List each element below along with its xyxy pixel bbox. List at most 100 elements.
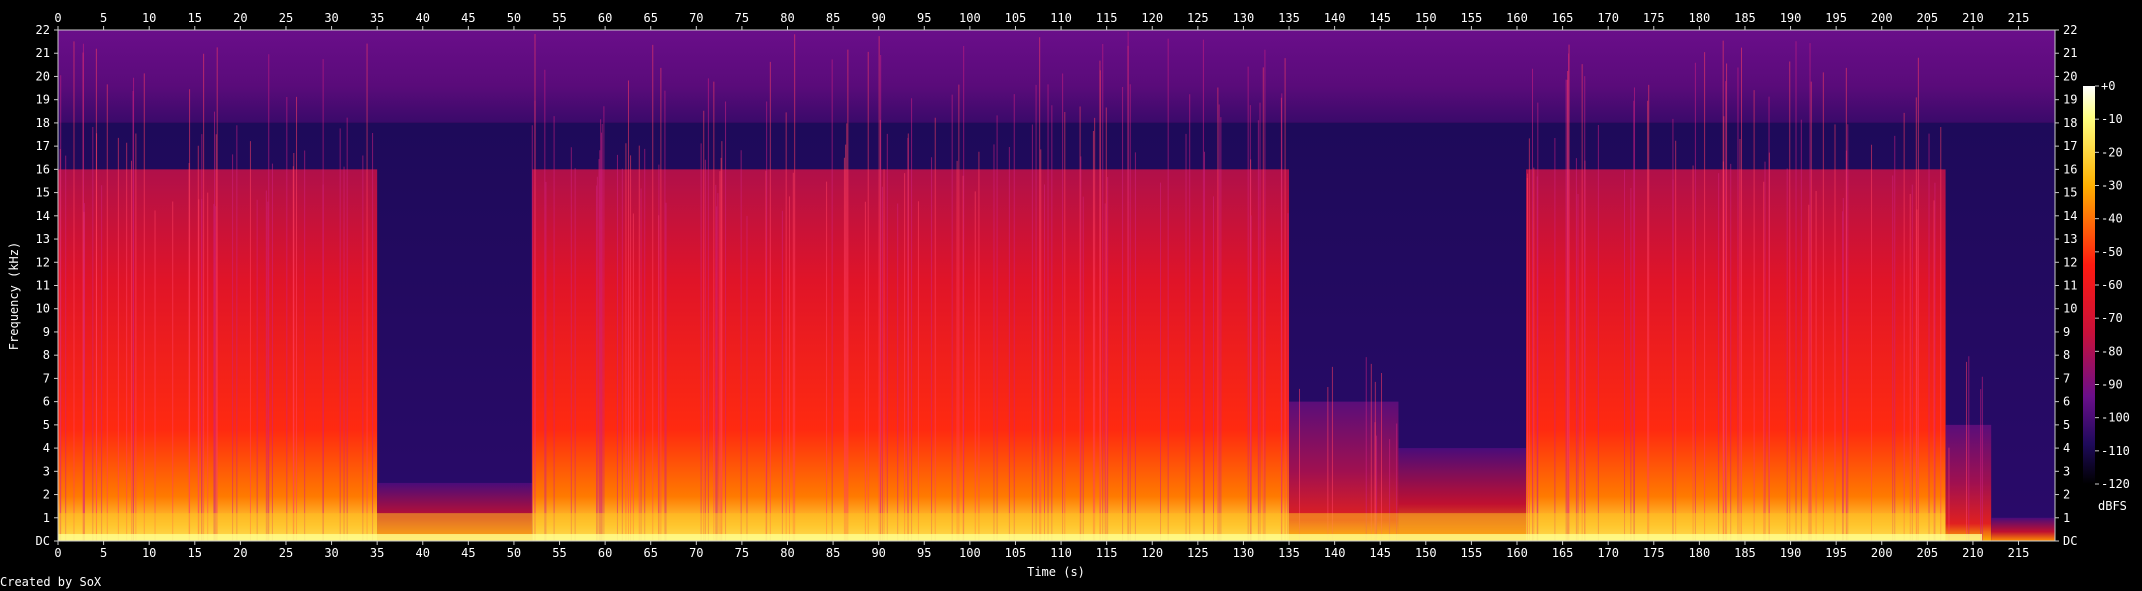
- y-tick-label-right: 17: [2063, 139, 2077, 153]
- y-tick-label-right: 11: [2063, 279, 2077, 293]
- x-tick-label-bottom: 150: [1415, 546, 1437, 560]
- x-tick-label-bottom: 95: [917, 546, 931, 560]
- y-tick-label-left: DC: [36, 534, 50, 548]
- y-tick-label-left: 5: [43, 418, 50, 432]
- x-tick-label-top: 205: [1916, 11, 1938, 25]
- created-by-credit: Created by SoX: [0, 575, 102, 589]
- y-tick-label-right: 14: [2063, 209, 2077, 223]
- y-tick-label-left: 21: [36, 46, 50, 60]
- x-tick-label-top: 215: [2008, 11, 2030, 25]
- y-tick-label-right: 13: [2063, 232, 2077, 246]
- y-tick-label-left: 7: [43, 371, 50, 385]
- x-tick-label-bottom: 115: [1096, 546, 1118, 560]
- x-tick-label-bottom: 70: [689, 546, 703, 560]
- x-tick-label-bottom: 125: [1187, 546, 1209, 560]
- x-tick-label-bottom: 25: [279, 546, 293, 560]
- y-tick-label-right: 20: [2063, 69, 2077, 83]
- colorbar-tick-label: -10: [2101, 112, 2123, 126]
- y-tick-label-left: 12: [36, 255, 50, 269]
- x-tick-label-bottom: 80: [780, 546, 794, 560]
- x-tick-label-top: 155: [1461, 11, 1483, 25]
- x-tick-label-top: 160: [1506, 11, 1528, 25]
- dc-peak-band: [58, 534, 1983, 541]
- colorbar-tick-label: -30: [2101, 179, 2123, 193]
- x-tick-label-bottom: 20: [233, 546, 247, 560]
- y-tick-label-left: 19: [36, 93, 50, 107]
- y-tick-label-right: 3: [2063, 464, 2070, 478]
- x-tick-label-bottom: 195: [1825, 546, 1847, 560]
- x-tick-label-top: 180: [1689, 11, 1711, 25]
- x-tick-label-bottom: 105: [1005, 546, 1027, 560]
- y-tick-label-left: 20: [36, 69, 50, 83]
- x-tick-label-top: 190: [1780, 11, 1802, 25]
- x-tick-label-bottom: 90: [871, 546, 885, 560]
- x-tick-label-top: 125: [1187, 11, 1209, 25]
- x-tick-label-top: 140: [1324, 11, 1346, 25]
- colorbar: +0 -10 -20 -30 -40 -50 -60 -70 -80 -90 -100 -110 -12…: [2083, 79, 2130, 513]
- x-tick-label-top: 15: [188, 11, 202, 25]
- y-tick-label-left: 9: [43, 325, 50, 339]
- x-tick-label-bottom: 75: [735, 546, 749, 560]
- colorbar-tick-label: -120: [2101, 477, 2130, 491]
- x-tick-label-bottom: 5: [100, 546, 107, 560]
- x-tick-label-bottom: 55: [552, 546, 566, 560]
- colorbar-tick-label: -80: [2101, 344, 2123, 358]
- y-tick-label-right: 7: [2063, 371, 2070, 385]
- y-tick-label-left: 4: [43, 441, 50, 455]
- x-tick-label-bottom: 170: [1597, 546, 1619, 560]
- y-tick-label-right: 12: [2063, 255, 2077, 269]
- x-tick-label-bottom: 175: [1643, 546, 1665, 560]
- x-tick-label-bottom: 185: [1734, 546, 1756, 560]
- segment-quiet: [1991, 517, 2055, 541]
- colorbar-label: dBFS: [2098, 499, 2127, 513]
- y-tick-label-left: 16: [36, 162, 50, 176]
- y-tick-label-left: 13: [36, 232, 50, 246]
- colorbar-tick-label: +0: [2101, 79, 2115, 93]
- x-tick-label-bottom: 160: [1506, 546, 1528, 560]
- x-tick-label-top: 105: [1005, 11, 1027, 25]
- x-tick-label-top: 110: [1050, 11, 1072, 25]
- x-tick-label-top: 185: [1734, 11, 1756, 25]
- colorbar-tick-label: -90: [2101, 378, 2123, 392]
- x-tick-label-top: 90: [871, 11, 885, 25]
- y-tick-label-left: 10: [36, 302, 50, 316]
- x-tick-label-bottom: 60: [598, 546, 612, 560]
- y-tick-label-right: 22: [2063, 23, 2077, 37]
- y-tick-label-left: 15: [36, 186, 50, 200]
- x-tick-label-bottom: 65: [643, 546, 657, 560]
- x-tick-label-bottom: 120: [1141, 546, 1163, 560]
- x-tick-label-bottom: 135: [1278, 546, 1300, 560]
- x-tick-label-bottom: 40: [416, 546, 430, 560]
- y-tick-label-left: 14: [36, 209, 50, 223]
- colorbar-tick-label: -20: [2101, 145, 2123, 159]
- y-tick-label-left: 3: [43, 464, 50, 478]
- y-tick-label-right: 19: [2063, 93, 2077, 107]
- y-tick-label-right: 15: [2063, 186, 2077, 200]
- y-tick-label-right: 8: [2063, 348, 2070, 362]
- x-tick-label-top: 35: [370, 11, 384, 25]
- y-tick-label-left: 17: [36, 139, 50, 153]
- x-tick-label-top: 0: [54, 11, 61, 25]
- y-tick-label-left: 11: [36, 279, 50, 293]
- y-tick-label-right: 21: [2063, 46, 2077, 60]
- y-tick-label-right: 9: [2063, 325, 2070, 339]
- colorbar-gradient: [2083, 86, 2095, 484]
- x-tick-label-top: 85: [826, 11, 840, 25]
- x-tick-label-top: 130: [1233, 11, 1255, 25]
- y-tick-label-left: 2: [43, 488, 50, 502]
- x-tick-label-top: 10: [142, 11, 156, 25]
- segment-loud: [1526, 169, 1946, 541]
- y-tick-label-right: 10: [2063, 302, 2077, 316]
- y-tick-label-right: 5: [2063, 418, 2070, 432]
- colorbar-tick-label: -50: [2101, 245, 2123, 259]
- x-tick-label-top: 95: [917, 11, 931, 25]
- y-tick-label-left: 18: [36, 116, 50, 130]
- x-tick-label-top: 40: [416, 11, 430, 25]
- x-tick-label-top: 50: [507, 11, 521, 25]
- x-tick-label-top: 75: [735, 11, 749, 25]
- x-tick-label-top: 65: [643, 11, 657, 25]
- x-tick-label-bottom: 100: [959, 546, 981, 560]
- x-tick-label-top: 120: [1141, 11, 1163, 25]
- x-tick-label-top: 30: [324, 11, 338, 25]
- x-tick-label-bottom: 0: [54, 546, 61, 560]
